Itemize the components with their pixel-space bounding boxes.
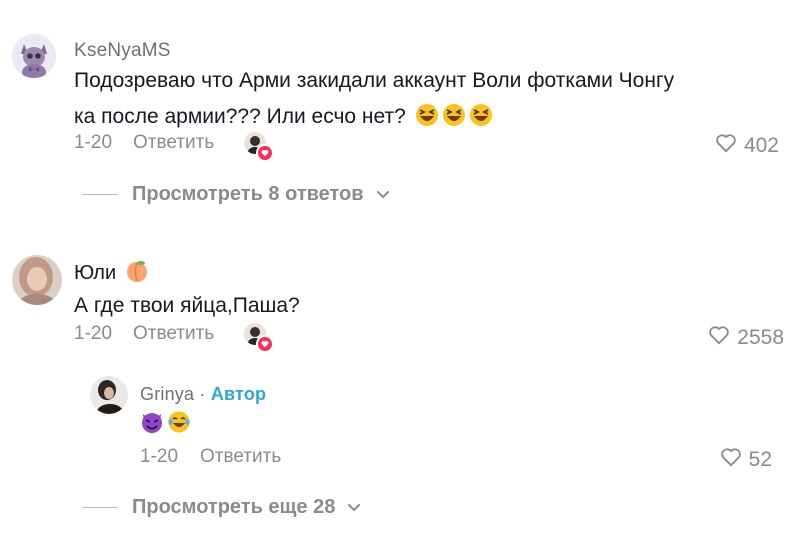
author-badge: Автор (210, 384, 267, 404)
avatar[interactable] (12, 34, 56, 78)
view-replies-button[interactable]: Просмотреть 8 ответов (82, 183, 390, 206)
comment-date: 1-20 (74, 323, 113, 344)
reply-username-row: Grinya · Автор (140, 384, 266, 405)
heart-icon (256, 335, 274, 353)
laughing-squint-emoji (469, 103, 493, 139)
heart-outline-icon (715, 133, 737, 159)
like-button[interactable]: 2558 (708, 325, 784, 351)
chevron-down-icon (376, 183, 390, 206)
reply-button[interactable]: Ответить (133, 132, 214, 154)
comment-username[interactable]: Юли (74, 262, 116, 284)
like-count: 2558 (737, 326, 784, 349)
creator-liked-badge (244, 323, 274, 353)
reply-button[interactable]: Ответить (133, 323, 214, 345)
tears-of-joy-emoji (167, 410, 191, 446)
smiling-imp-emoji (140, 410, 164, 446)
author-photo-icon (90, 376, 128, 414)
heart-outline-icon (720, 447, 742, 473)
comment-username[interactable]: KseNyaMS (74, 40, 171, 62)
like-button[interactable]: 52 (720, 447, 772, 473)
avatar[interactable] (90, 376, 128, 414)
avatar[interactable] (12, 255, 62, 305)
chevron-down-icon (347, 496, 361, 519)
creator-liked-badge (244, 132, 274, 162)
comment-text-line: Подозреваю что Арми закидали аккаунт Вол… (74, 69, 675, 92)
laughing-squint-emoji (442, 103, 466, 139)
comment-text: Подозреваю что Арми закидали аккаунт Вол… (74, 63, 674, 139)
laughing-squint-emoji (415, 103, 439, 139)
view-replies-label: Просмотреть 8 ответов (132, 183, 364, 205)
reply-date: 1-20 (140, 446, 179, 467)
view-more-label: Просмотреть еще 28 (132, 496, 336, 518)
divider-line (82, 193, 118, 196)
cat-avatar-icon (12, 34, 56, 78)
like-button[interactable]: 402 (715, 133, 779, 159)
reply-username[interactable]: Grinya (140, 384, 194, 404)
heart-icon (256, 144, 274, 162)
divider-line (82, 506, 118, 509)
heart-outline-icon (708, 325, 730, 351)
like-count: 402 (743, 134, 779, 157)
view-more-replies-button[interactable]: Просмотреть еще 28 (82, 496, 361, 519)
reply-button[interactable]: Ответить (200, 446, 281, 468)
separator-dot: · (199, 384, 206, 404)
user-photo-icon (12, 255, 62, 305)
comment-text: А где твои яйца,Паша? (74, 294, 300, 317)
comment-date: 1-20 (74, 132, 113, 153)
like-count: 52 (748, 448, 772, 471)
reply-text (140, 406, 191, 446)
